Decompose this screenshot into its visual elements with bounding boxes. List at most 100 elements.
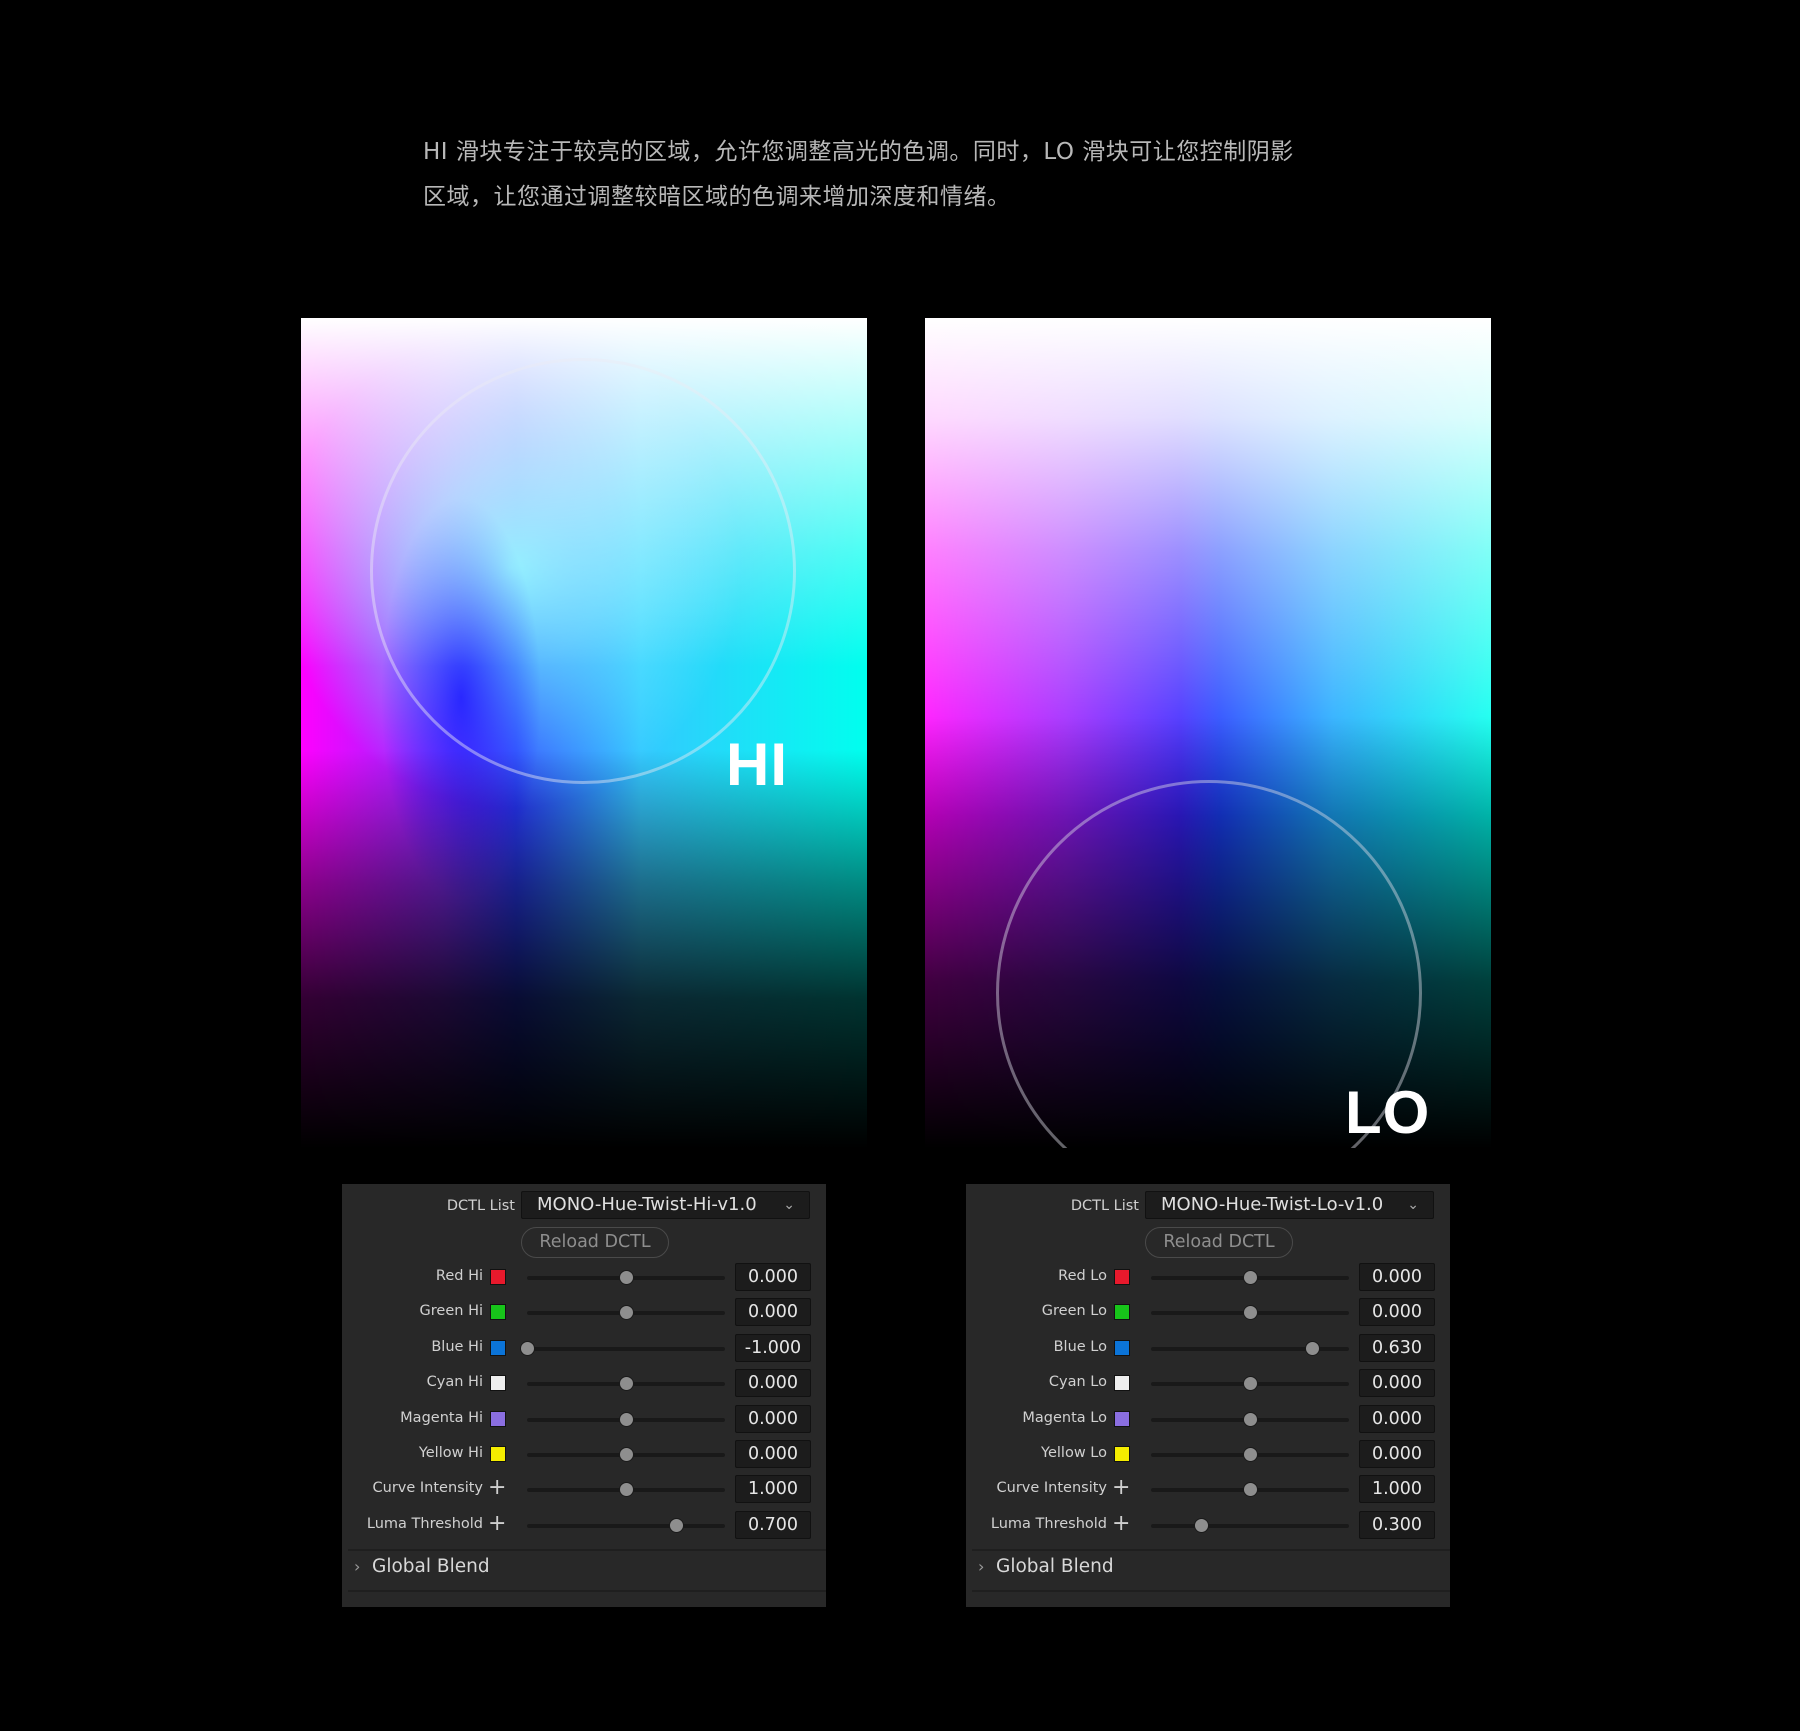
reload-dctl-button[interactable]: Reload DCTL (1145, 1227, 1293, 1258)
param-row-yellow-hi: Yellow Hi 0.000 (342, 1437, 826, 1472)
value-input[interactable]: 0.000 (1359, 1263, 1435, 1291)
hi-dctl-panel: DCTL List MONO-Hue-Twist-Hi-v1.0 ⌄ Reloa… (342, 1184, 826, 1607)
plus-icon[interactable]: + (1112, 1477, 1130, 1499)
slider-knob[interactable] (619, 1270, 634, 1285)
param-row-cyan-hi: Cyan Hi 0.000 (342, 1366, 826, 1401)
lo-preview-image: LO (925, 318, 1491, 1148)
slider-track[interactable] (1151, 1340, 1349, 1356)
value-input[interactable]: 0.000 (735, 1369, 811, 1398)
plus-icon[interactable]: + (488, 1477, 506, 1499)
slider-track[interactable] (527, 1482, 725, 1498)
divider (348, 1549, 826, 1551)
color-swatch-icon (1114, 1339, 1130, 1356)
slider-track[interactable] (1151, 1376, 1349, 1392)
chevron-right-icon: › (354, 1557, 361, 1576)
slider-track[interactable] (527, 1447, 725, 1462)
plus-icon[interactable]: + (488, 1512, 506, 1535)
param-row-blue-lo: Blue Lo 0.630 (966, 1331, 1450, 1366)
color-swatch-icon (490, 1269, 506, 1285)
slider-knob[interactable] (619, 1411, 634, 1427)
value-input[interactable]: 0.000 (735, 1298, 811, 1327)
value-input[interactable]: 1.000 (735, 1475, 811, 1504)
value-input[interactable]: -1.000 (735, 1333, 811, 1362)
param-label: Luma Threshold (366, 1515, 483, 1532)
slider-track[interactable] (1151, 1482, 1349, 1498)
plus-icon[interactable]: + (1112, 1512, 1130, 1535)
reload-dctl-button[interactable]: Reload DCTL (521, 1227, 669, 1258)
value-input[interactable]: 0.000 (1359, 1404, 1435, 1433)
slider-knob[interactable] (619, 1447, 634, 1462)
slider-track[interactable] (527, 1517, 725, 1533)
dctl-list-label: DCTL List (446, 1198, 515, 1214)
slider-knob[interactable] (1243, 1482, 1258, 1498)
value-input[interactable]: 0.000 (735, 1404, 811, 1433)
color-swatch-icon (1114, 1375, 1130, 1392)
param-row-blue-hi: Blue Hi -1.000 (342, 1331, 826, 1366)
param-row-yellow-lo: Yellow Lo 0.000 (966, 1437, 1450, 1472)
slider-knob[interactable] (619, 1482, 634, 1498)
color-swatch-icon (490, 1375, 506, 1392)
intro-text: HI 滑块专注于较亮的区域，允许您调整高光的色调。同时，LO 滑块可让您控制阴影… (423, 130, 1423, 220)
dctl-list-dropdown[interactable]: MONO-Hue-Twist-Lo-v1.0 ⌄ (1145, 1191, 1434, 1219)
value-input[interactable]: 0.000 (1359, 1440, 1435, 1468)
param-row-red-lo: Red Lo 0.000 (966, 1260, 1450, 1295)
chevron-down-icon: ⌄ (1407, 1197, 1419, 1213)
param-label: Curve Intensity (996, 1480, 1108, 1497)
value-input[interactable]: 0.000 (735, 1440, 811, 1468)
hi-range-circle (370, 358, 796, 784)
param-label: Luma Threshold (990, 1515, 1107, 1532)
slider-track[interactable] (1151, 1447, 1349, 1462)
slider-track[interactable] (520, 1340, 725, 1356)
slider-knob[interactable] (619, 1305, 634, 1321)
color-swatch-icon (1114, 1410, 1130, 1427)
param-row-curve-intensity: Curve Intensity +1.000 (966, 1472, 1450, 1507)
slider-track[interactable] (1151, 1411, 1349, 1427)
slider-track[interactable] (527, 1376, 725, 1392)
dctl-list-label: DCTL List (1070, 1198, 1139, 1214)
divider (972, 1590, 1450, 1592)
slider-knob[interactable] (1305, 1340, 1321, 1356)
value-input[interactable]: 1.000 (1359, 1475, 1435, 1504)
slider-knob[interactable] (1243, 1447, 1258, 1462)
value-input[interactable]: 0.000 (1359, 1369, 1435, 1398)
value-input[interactable]: 0.700 (735, 1510, 811, 1539)
slider-knob[interactable] (668, 1517, 684, 1533)
slider-knob[interactable] (1193, 1517, 1209, 1533)
global-blend-section[interactable]: › Global Blend (978, 1556, 1114, 1577)
value-input[interactable]: 0.300 (1359, 1510, 1435, 1539)
dctl-list-value: MONO-Hue-Twist-Lo-v1.0 (1161, 1194, 1384, 1215)
global-blend-section[interactable]: › Global Blend (354, 1556, 490, 1577)
divider (348, 1590, 826, 1592)
global-blend-label: Global Blend (996, 1556, 1114, 1577)
param-label: Yellow Lo (1041, 1445, 1107, 1461)
slider-knob[interactable] (1243, 1411, 1258, 1427)
value-input[interactable]: 0.630 (1359, 1333, 1435, 1362)
slider-knob[interactable] (1243, 1270, 1258, 1285)
value-input[interactable]: 0.000 (735, 1263, 811, 1291)
slider-knob[interactable] (520, 1340, 535, 1356)
slider-track[interactable] (527, 1270, 725, 1285)
param-label: Yellow Hi (418, 1445, 483, 1461)
chevron-down-icon: ⌄ (783, 1197, 795, 1213)
hi-label: HI (726, 731, 788, 798)
color-swatch-icon (490, 1304, 506, 1321)
lo-label: LO (1345, 1079, 1431, 1146)
param-label: Magenta Lo (1022, 1409, 1107, 1426)
param-row-cyan-lo: Cyan Lo 0.000 (966, 1366, 1450, 1401)
slider-track[interactable] (527, 1305, 725, 1321)
slider-knob[interactable] (1243, 1376, 1258, 1392)
slider-knob[interactable] (1243, 1305, 1258, 1321)
value-input[interactable]: 0.000 (1359, 1298, 1435, 1327)
lo-dctl-panel: DCTL List MONO-Hue-Twist-Lo-v1.0 ⌄ Reloa… (966, 1184, 1450, 1607)
param-row-curve-intensity: Curve Intensity +1.000 (342, 1472, 826, 1507)
param-label: Cyan Hi (426, 1374, 483, 1391)
slider-track[interactable] (1151, 1270, 1349, 1285)
slider-track[interactable] (1151, 1517, 1349, 1533)
dctl-list-dropdown[interactable]: MONO-Hue-Twist-Hi-v1.0 ⌄ (521, 1191, 810, 1219)
slider-knob[interactable] (619, 1376, 634, 1392)
slider-track[interactable] (527, 1411, 725, 1427)
param-row-green-hi: Green Hi 0.000 (342, 1295, 826, 1330)
slider-track[interactable] (1151, 1305, 1349, 1321)
param-row-magenta-hi: Magenta Hi 0.000 (342, 1402, 826, 1437)
param-row-luma-threshold: Luma Threshold +0.700 (342, 1508, 826, 1543)
